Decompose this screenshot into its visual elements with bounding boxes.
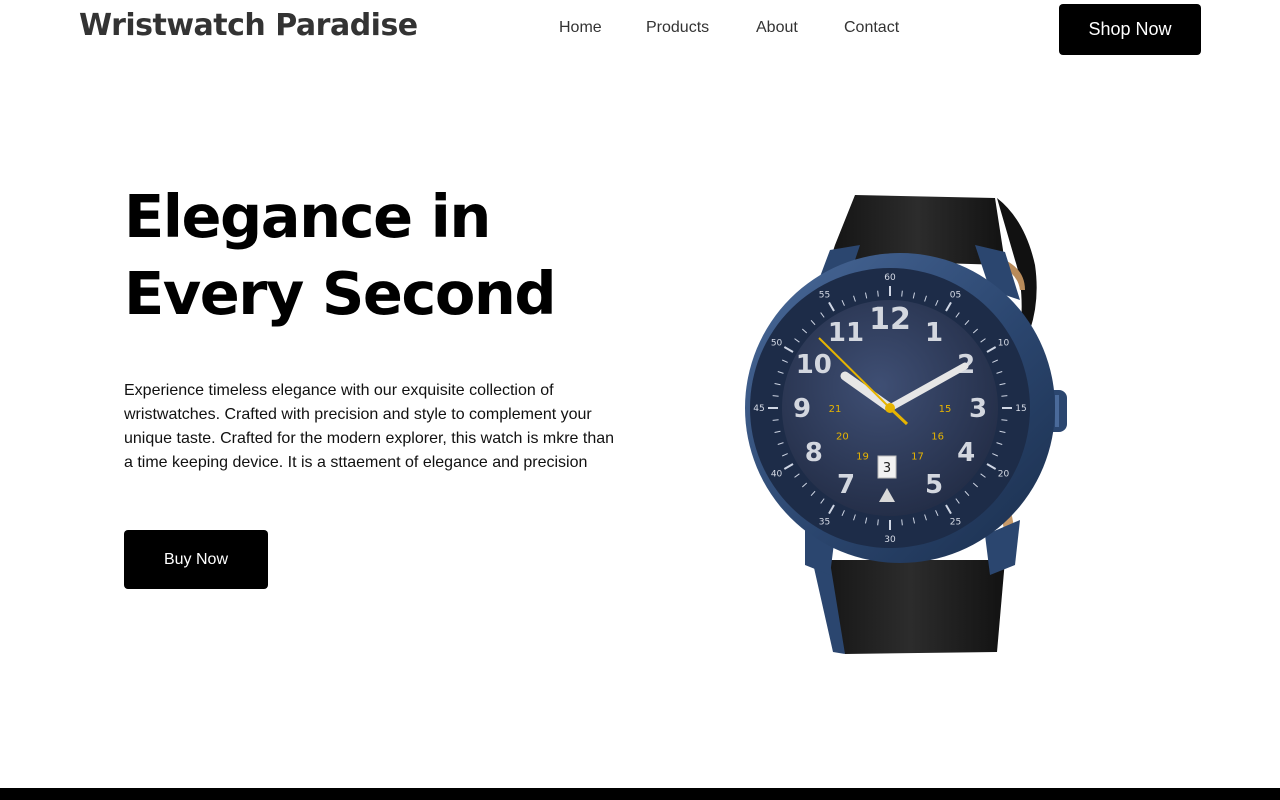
hour-numeral: 11 (828, 318, 864, 348)
footer-bar (0, 788, 1280, 800)
bezel-minute-label: 40 (771, 470, 783, 480)
date-label: 3 (883, 461, 891, 476)
bezel-minute-label: 15 (1015, 404, 1026, 414)
bezel-minute-label: 30 (884, 535, 896, 545)
hour-numeral: 3 (969, 394, 987, 424)
inner-numeral: 19 (856, 452, 869, 463)
hero-title-line-1: Elegance in (124, 182, 491, 251)
hour-numeral: 9 (793, 394, 811, 424)
nav-link-products[interactable]: Products (646, 19, 709, 37)
bezel-minute-label: 25 (950, 517, 961, 527)
minute-tick (901, 290, 903, 297)
minute-tick (772, 419, 779, 421)
hour-numeral: 1 (925, 318, 943, 348)
bezel-minute-label: 55 (819, 291, 830, 301)
minute-tick (877, 519, 879, 526)
nav-link-contact[interactable]: Contact (844, 19, 899, 37)
minute-tick (901, 519, 903, 526)
hour-numeral: 5 (925, 470, 943, 500)
inner-numeral: 17 (911, 452, 924, 463)
inner-numeral: 15 (939, 404, 952, 415)
bezel-minute-label: 05 (950, 291, 961, 301)
navbar: Wristwatch Paradise Home Products About … (0, 0, 1280, 60)
date-window: 3 (877, 455, 897, 479)
nav-link-home[interactable]: Home (559, 19, 602, 37)
inner-numeral: 20 (836, 432, 849, 443)
minute-tick (772, 395, 779, 397)
bezel-minute-label: 50 (771, 339, 783, 349)
minute-tick (1001, 419, 1008, 421)
hero-description: Experience timeless elegance with our ex… (124, 382, 615, 471)
hour-numeral: 12 (869, 302, 911, 337)
bezel-minute-label: 35 (819, 517, 830, 527)
hero-title-line-2: Every Second (124, 259, 557, 328)
inner-numeral: 21 (829, 404, 842, 415)
inner-numeral: 16 (931, 432, 944, 443)
buy-now-button[interactable]: Buy Now (124, 530, 268, 589)
wristwatch-image: 600510152025303540455055 12123457891011 … (745, 195, 1067, 654)
nav-link-about[interactable]: About (756, 19, 798, 37)
minute-tick (1001, 395, 1008, 397)
shop-now-button[interactable]: Shop Now (1059, 4, 1201, 55)
bezel-minute-label: 45 (753, 404, 764, 414)
hour-numeral: 7 (837, 470, 855, 500)
hero-title: Elegance in Every Second (124, 178, 644, 332)
hour-numeral: 10 (796, 350, 832, 380)
minute-tick (877, 290, 879, 297)
hour-numeral: 4 (957, 438, 975, 468)
bezel-minute-label: 10 (998, 339, 1010, 349)
hour-numeral: 8 (805, 438, 823, 468)
bezel-minute-label: 20 (998, 470, 1010, 480)
bezel-minute-label: 60 (884, 273, 896, 283)
